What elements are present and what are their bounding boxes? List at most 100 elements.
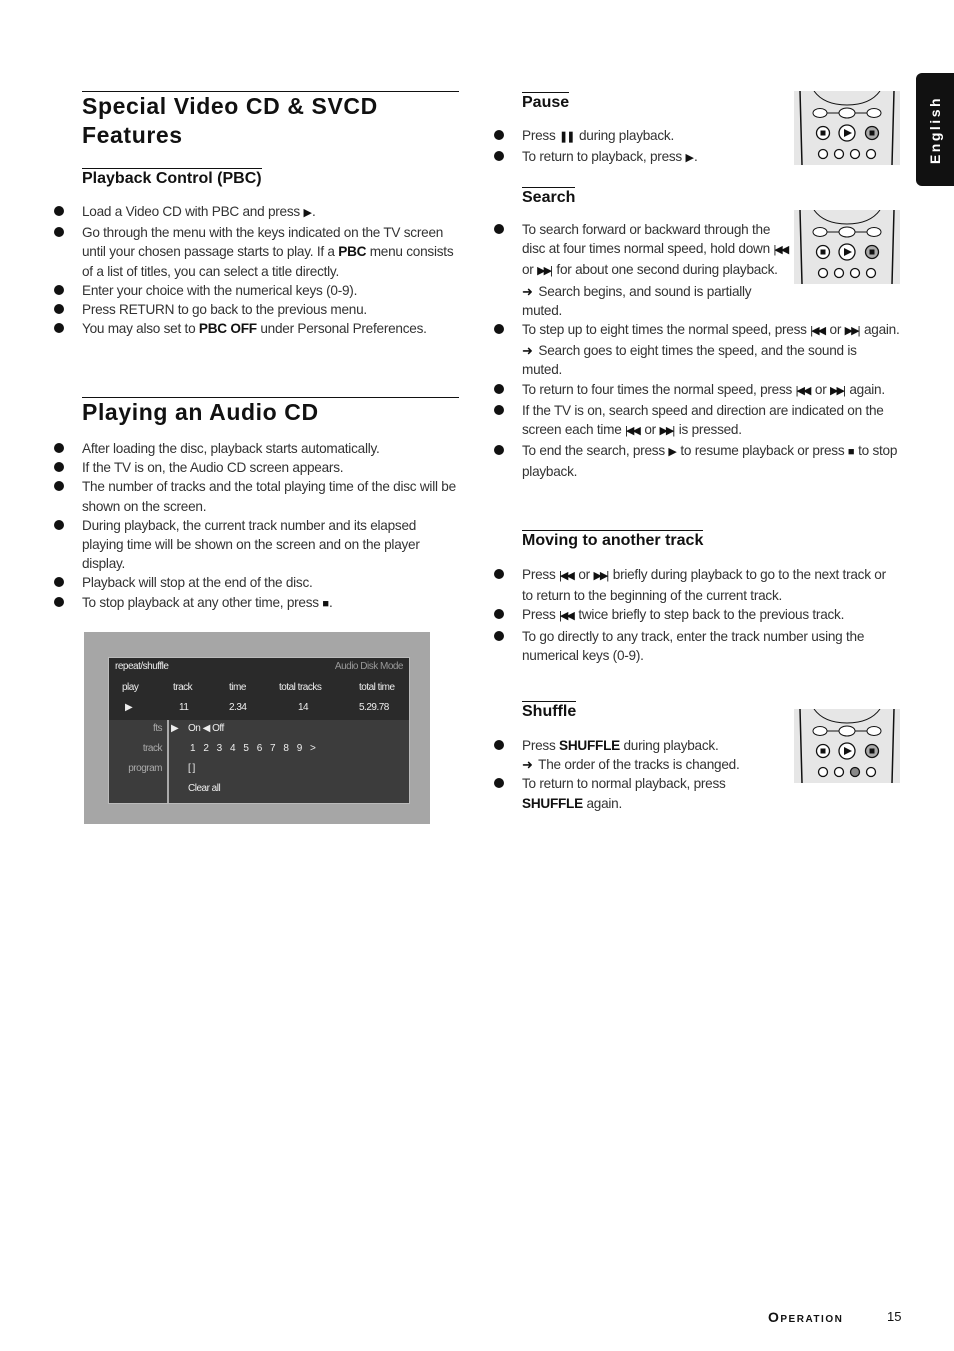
bullet-icon xyxy=(494,151,504,162)
text: To search forward or backward through th… xyxy=(522,222,774,257)
list-item: After loading the disc, playback starts … xyxy=(54,439,459,458)
bullet-icon xyxy=(54,481,64,492)
text: during playback. xyxy=(575,128,674,143)
text: is pressed. xyxy=(675,422,742,438)
osd-total-tracks: 14 xyxy=(298,702,309,713)
text: under Personal Preferences. xyxy=(256,321,427,337)
text: To return to normal playback, press xyxy=(522,776,726,792)
arrow-icon: ➜ xyxy=(522,343,533,359)
osd-header: repeat/shuffle xyxy=(115,661,169,672)
bullet-icon xyxy=(54,443,64,453)
osd-program-value: [ ] xyxy=(188,763,195,774)
shuffle-list: Press SHUFFLE during playback. ➜ The orde… xyxy=(494,736,900,813)
bullet-icon xyxy=(54,206,64,216)
play-icon: ▶ xyxy=(685,152,695,165)
text: . xyxy=(329,594,333,610)
bullet-icon xyxy=(494,630,504,641)
text: or xyxy=(522,262,538,278)
key-label: PBC OFF xyxy=(198,321,257,337)
footer-section-name: Operation xyxy=(768,1309,844,1325)
osd-program-label: program xyxy=(128,763,162,774)
text: Press xyxy=(522,128,560,143)
osd-fts-value: On ◀ Off xyxy=(188,723,224,734)
bullet-icon xyxy=(494,324,504,335)
text: To step up to eight times the normal spe… xyxy=(522,322,811,338)
text: If the TV is on, the Audio CD screen app… xyxy=(82,460,344,476)
pause-icon: ❚❚ xyxy=(559,131,575,143)
next-icon: ▶▶| xyxy=(593,570,609,582)
osd-panel: repeat/shuffle Audio Disk Mode play trac… xyxy=(108,657,410,804)
bullet-icon xyxy=(494,609,504,620)
bullet-icon xyxy=(494,130,504,140)
list-item: Press |◀◀ or ▶▶| briefly during playback… xyxy=(494,565,900,605)
play-icon: ▶ xyxy=(668,446,677,459)
previous-icon: |◀◀ xyxy=(625,425,641,438)
bullet-icon xyxy=(54,596,64,607)
text: to resume playback or press xyxy=(676,443,848,459)
previous-icon: |◀◀ xyxy=(810,325,826,338)
list-item: To search forward or backward through th… xyxy=(494,220,900,320)
pause-section: Pause Press ❚❚ during playback. To return… xyxy=(494,90,900,169)
audio-cd-screen-image: repeat/shuffle Audio Disk Mode play trac… xyxy=(84,632,430,824)
text: or xyxy=(811,381,831,397)
osd-fts-label: fts xyxy=(152,723,163,734)
osd-col: play xyxy=(122,682,139,693)
search-list: To search forward or backward through th… xyxy=(494,220,900,482)
bullet-icon xyxy=(494,569,504,579)
list-item: Playback will stop at the end of the dis… xyxy=(54,573,459,592)
next-icon: ▶▶| xyxy=(537,265,553,278)
play-icon: ▶ xyxy=(125,702,133,713)
text: again. xyxy=(845,381,885,397)
text: again. xyxy=(582,795,623,811)
list-item: To go directly to any track, enter the t… xyxy=(494,627,900,665)
subsection-title: Pause xyxy=(522,92,570,111)
arrow-icon: ➜ xyxy=(522,283,533,299)
key-label: SHUFFLE xyxy=(559,738,620,753)
bullet-icon xyxy=(494,445,504,456)
list-item: Enter your choice with the numerical key… xyxy=(54,281,459,300)
previous-icon: |◀◀ xyxy=(559,570,575,582)
text: After loading the disc, playback starts … xyxy=(82,441,380,456)
text: again. xyxy=(860,322,900,338)
text: . xyxy=(311,204,316,219)
divider xyxy=(167,720,169,803)
bullet-icon xyxy=(54,284,64,295)
text: Press xyxy=(522,567,560,582)
osd-total-time: 5.29.78 xyxy=(359,702,389,713)
text: Press RETURN to go back to the previous … xyxy=(82,302,367,318)
arrow-icon: ➜ xyxy=(522,757,533,773)
text: Search goes to eight times the speed, an… xyxy=(522,343,857,378)
list-item: The number of tracks and the total playi… xyxy=(54,477,459,515)
pbc-list: Load a Video CD with PBC and press ▶. Go … xyxy=(54,202,459,338)
text: Press xyxy=(522,607,560,623)
text: Load a Video CD with PBC and press xyxy=(82,204,304,219)
play-icon: ▶ xyxy=(303,207,312,219)
moving-list: Press |◀◀ or ▶▶| briefly during playback… xyxy=(494,565,900,665)
text: or xyxy=(826,322,845,338)
key-label: PBC xyxy=(338,244,367,260)
text: To stop playback at any other time, pres… xyxy=(82,594,323,610)
list-item: To step up to eight times the normal spe… xyxy=(494,320,900,380)
bullet-icon xyxy=(54,304,64,315)
list-item: Press |◀◀ twice briefly to step back to … xyxy=(494,605,900,626)
text: Enter your choice with the numerical key… xyxy=(82,282,358,298)
stop-icon: ■ xyxy=(847,446,855,459)
list-item: Press SHUFFLE during playback. ➜ The orde… xyxy=(494,736,900,774)
bullet-icon xyxy=(54,227,64,238)
audio-cd-section: Playing an Audio CD After loading the di… xyxy=(54,397,459,614)
text: Playback will stop at the end of the dis… xyxy=(82,575,313,591)
list-item: To end the search, press ▶ to resume pla… xyxy=(494,441,900,481)
osd-clear-all: Clear all xyxy=(188,783,221,794)
list-item: Press ❚❚ during playback. xyxy=(494,126,900,147)
text: You may also set to xyxy=(82,321,199,337)
osd-col: track xyxy=(173,682,193,693)
text: To return to four times the normal speed… xyxy=(522,381,796,397)
search-section: Search To search forward or backward thr… xyxy=(494,187,900,482)
text: twice briefly to step back to the previo… xyxy=(574,607,845,623)
subsection-title: Shuffle xyxy=(522,701,577,720)
bullet-icon xyxy=(494,383,504,394)
bullet-icon xyxy=(54,519,64,530)
text: or xyxy=(640,422,660,438)
osd-time: 2.34 xyxy=(229,702,247,713)
subsection-title: Moving to another track xyxy=(522,530,704,549)
